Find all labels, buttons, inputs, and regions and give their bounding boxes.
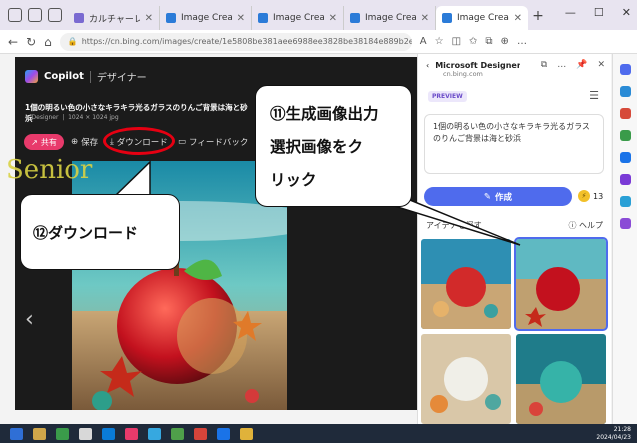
app-icon[interactable] <box>125 427 138 440</box>
designer-icon: ◆ <box>25 114 30 121</box>
close-icon[interactable]: ✕ <box>237 13 245 24</box>
pin-icon[interactable]: 📌 <box>576 60 587 70</box>
shopping-sidebar-icon[interactable] <box>620 108 631 119</box>
favicon-icon <box>166 13 176 23</box>
app-icon[interactable] <box>79 427 92 440</box>
create-icon: ✎ <box>483 191 492 202</box>
save-icon: ⊕ <box>71 137 79 147</box>
extensions-icon[interactable]: ⊕ <box>501 36 509 47</box>
tab-image-creator-2[interactable]: Image Creator ✕ <box>252 6 344 30</box>
menu-icon[interactable]: ☰ <box>589 89 599 102</box>
app-icon[interactable] <box>56 427 69 440</box>
copilot-logo-icon <box>25 70 38 83</box>
app-sidebar-icon[interactable] <box>620 196 631 207</box>
thumbnail-image <box>516 239 606 329</box>
prompt-input[interactable]: 1個の明るい色の小さなキラキラ光るガラスのりんご背景は海と砂浜 <box>424 114 604 174</box>
app-icon[interactable] <box>194 427 207 440</box>
more-icon[interactable]: … <box>557 60 566 70</box>
edge-sidebar <box>612 54 637 424</box>
address-bar: ← ↻ ⌂ 🔒 https://cn.bing.com/images/creat… <box>0 30 637 54</box>
maximize-icon[interactable]: ☐ <box>594 6 604 19</box>
system-clock: 21:28 2024/04/23 <box>596 426 631 441</box>
thumbnail-3[interactable] <box>421 334 511 424</box>
share-icon: ↗ <box>31 137 38 147</box>
tab-bar: カルチャーレストラン ✕ Image Creator ✕ Image Creat… <box>0 0 637 30</box>
taskbar: 21:28 2024/04/23 <box>0 424 637 443</box>
designer-sidebar-icon[interactable] <box>620 174 631 185</box>
panel-host: cn.bing.com <box>443 70 483 78</box>
favorite-star-icon[interactable]: ☆ <box>435 36 444 47</box>
image-meta: ◆ Designer | 1024 × 1024 jpg <box>25 114 119 121</box>
favicon-icon <box>74 13 84 23</box>
start-icon[interactable] <box>10 427 23 440</box>
drop-sidebar-icon[interactable] <box>620 218 631 229</box>
callout-select-image: ⑪生成画像出力 選択画像をク リック <box>255 85 412 207</box>
close-icon[interactable]: ✕ <box>421 13 429 24</box>
lock-icon: 🔒 <box>67 37 78 46</box>
share-button[interactable]: ↗ 共有 <box>24 134 64 150</box>
tab-image-creator-active[interactable]: Image Creator ✕ <box>436 6 528 30</box>
app-icon[interactable] <box>171 427 184 440</box>
thumbnail-image <box>421 239 511 329</box>
outlook-sidebar-icon[interactable] <box>620 152 631 163</box>
close-icon[interactable]: ✕ <box>514 13 522 24</box>
split-screen-icon[interactable]: ◫ <box>452 36 461 47</box>
close-icon[interactable]: ✕ <box>597 60 605 70</box>
favicon-icon <box>442 13 452 23</box>
open-in-tab-icon[interactable]: ⧉ <box>541 60 547 70</box>
tab-actions-icon[interactable] <box>48 8 62 22</box>
tools-sidebar-icon[interactable] <box>620 130 631 141</box>
app-icon[interactable] <box>148 427 161 440</box>
copilot-sidebar-icon[interactable] <box>620 64 631 75</box>
tab-image-creator-1[interactable]: Image Creator ✕ <box>160 6 252 30</box>
home-icon[interactable]: ⌂ <box>44 35 52 49</box>
designer-side-panel: ‹ Microsoft Designer の Im... cn.bing.com… <box>417 54 611 424</box>
read-aloud-icon[interactable]: A <box>420 36 427 47</box>
explore-ideas[interactable]: アイデアを探す <box>426 220 482 231</box>
watermark: Senior <box>6 155 93 185</box>
favicon-icon <box>258 13 268 23</box>
tab-culture-restaurant[interactable]: カルチャーレストラン ✕ <box>68 6 160 30</box>
create-button[interactable]: ✎ 作成 <box>424 187 572 206</box>
help-link[interactable]: ⓘ ヘルプ <box>568 220 603 231</box>
facebook-icon[interactable] <box>217 427 230 440</box>
feedback-button[interactable]: ▭ フィードバック <box>178 136 248 148</box>
back-icon[interactable]: ‹ <box>426 61 429 70</box>
boost-credits: ⚡ 13 <box>578 190 603 202</box>
help-icon: ⓘ <box>568 221 577 230</box>
explorer-icon[interactable] <box>33 427 46 440</box>
close-icon[interactable]: ✕ <box>329 13 337 24</box>
thumbnail-image <box>421 334 511 424</box>
minimize-icon[interactable]: — <box>565 6 576 19</box>
copilot-header: Copilot デザイナー <box>25 69 147 84</box>
thumbnail-2-selected[interactable] <box>514 237 608 331</box>
previous-image-button[interactable]: ‹ <box>25 307 34 332</box>
close-window-icon[interactable]: ✕ <box>622 6 631 19</box>
favorites-icon[interactable]: ✩ <box>469 36 477 47</box>
search-sidebar-icon[interactable] <box>620 86 631 97</box>
edge-taskbar-icon[interactable] <box>102 427 115 440</box>
more-icon[interactable]: … <box>517 36 527 47</box>
url-field[interactable]: 🔒 https://cn.bing.com/images/create/1e58… <box>59 32 412 51</box>
app-icon[interactable] <box>240 427 253 440</box>
collections-icon[interactable]: ⧉ <box>485 36 492 47</box>
thumbnail-1[interactable] <box>421 239 511 329</box>
tab-image-creator-3[interactable]: Image Creator ✕ <box>344 6 436 30</box>
thumbnail-4[interactable] <box>516 334 606 424</box>
workspaces-icon[interactable] <box>28 8 42 22</box>
refresh-icon[interactable]: ↻ <box>26 35 36 49</box>
callout-download: ⑫ダウンロード <box>20 194 180 270</box>
profile-icon[interactable] <box>8 8 22 22</box>
download-highlight-ring <box>103 127 175 155</box>
thumbnail-image <box>516 334 606 424</box>
save-button[interactable]: ⊕ 保存 <box>71 136 98 148</box>
new-tab-button[interactable]: + <box>528 8 548 30</box>
favicon-icon <box>350 13 360 23</box>
lightning-icon: ⚡ <box>578 190 590 202</box>
close-icon[interactable]: ✕ <box>145 13 153 24</box>
back-icon[interactable]: ← <box>8 35 18 49</box>
preview-badge: PREVIEW <box>428 91 467 102</box>
feedback-icon: ▭ <box>178 137 187 147</box>
